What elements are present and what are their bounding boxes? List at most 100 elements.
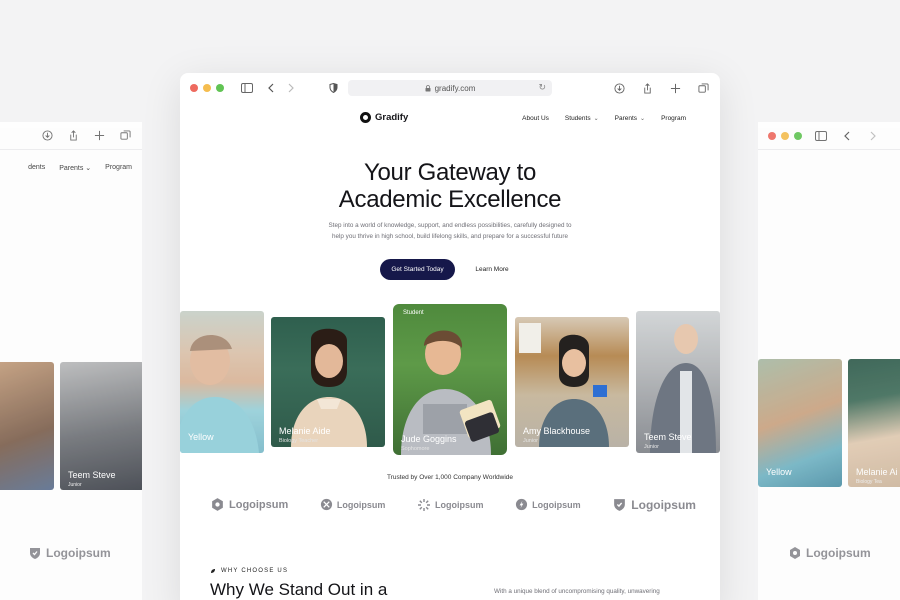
logo-text: Logoipsum — [631, 497, 696, 512]
partner-logo: Logoipsum — [320, 498, 386, 511]
download-icon[interactable] — [40, 129, 54, 143]
partner-logo: Logoipsum — [515, 498, 581, 511]
window-controls — [190, 84, 224, 92]
site-header: Gradify About Us Students ⌄ Parents ⌄ Prog… — [180, 103, 720, 133]
profile-card[interactable]: Teem Steve Junior — [636, 311, 720, 453]
download-icon[interactable] — [612, 81, 626, 95]
profile-name: Jude Goggins — [401, 434, 457, 444]
profile-name: Teem Steve — [68, 470, 116, 480]
brand-logo[interactable]: Gradify — [360, 112, 408, 123]
profile-role: Sophomore — [401, 446, 430, 452]
partner-logo: Logoipsum — [28, 546, 111, 560]
zoom-window-button[interactable] — [794, 131, 802, 140]
get-started-button[interactable]: Get Started Today — [380, 259, 455, 280]
side-toolbar — [758, 122, 900, 150]
nav-parents[interactable]: Parents ⌄ — [615, 115, 645, 122]
brand-name: Gradify — [375, 112, 409, 123]
profile-name: Amy Blackhouse — [523, 426, 591, 436]
shield-logo-icon — [612, 497, 627, 512]
partner-logo: Logoipsum — [210, 497, 288, 512]
nav-about-us[interactable]: About Us — [522, 115, 549, 122]
hexagon-logo-icon — [790, 547, 800, 559]
address-bar[interactable]: gradify.com ↻ — [348, 80, 552, 96]
close-window-button[interactable] — [190, 84, 198, 92]
lock-icon — [425, 84, 431, 91]
logo-text: Logoipsum — [46, 546, 111, 560]
side-photo-strip: use Teem Steve Junior — [0, 362, 142, 490]
logo-text: Logoipsum — [532, 499, 581, 510]
sunburst-logo-icon — [417, 498, 431, 512]
main-nav: About Us Students ⌄ Parents ⌄ Program — [522, 115, 686, 122]
profile-name: Yellow — [766, 467, 792, 477]
hero-title: Your Gateway to Academic Excellence — [338, 159, 562, 213]
minimize-window-button[interactable] — [781, 131, 789, 140]
side-nav: dents Parents ⌄ Program — [0, 150, 142, 172]
sidebar-toggle-icon[interactable] — [814, 129, 828, 143]
trusted-by-text: Trusted by Over 1,000 Company Worldwide — [386, 474, 514, 481]
privacy-shield-icon[interactable] — [326, 81, 340, 95]
minimize-window-button[interactable] — [203, 84, 211, 92]
background-browser-window-right: Yellow Melanie Ai Biology Tea Logoipsum — [758, 122, 900, 600]
leaf-icon — [211, 569, 215, 573]
url-text: gradify.com — [434, 83, 476, 93]
logo-text: Logoipsum — [336, 499, 386, 510]
window-controls — [768, 131, 802, 140]
nav-program[interactable]: Program — [661, 115, 686, 122]
profile-card: use — [0, 362, 54, 490]
bolt-logo-icon — [515, 498, 528, 511]
chevron-down-icon: ⌄ — [593, 116, 599, 122]
sidebar-toggle-icon[interactable] — [240, 81, 254, 95]
new-tab-icon[interactable] — [92, 129, 106, 143]
learn-more-button[interactable]: Learn More — [463, 259, 521, 280]
nav-item[interactable]: Parents ⌄ — [59, 164, 91, 172]
profile-card: Melanie Ai Biology Tea — [848, 359, 900, 487]
share-icon[interactable] — [66, 129, 80, 143]
profile-role: Junior — [523, 438, 538, 444]
nav-item[interactable]: dents — [28, 164, 45, 172]
profile-card[interactable]: Melanie Aide Biology Teacher — [271, 317, 385, 447]
zoom-window-button[interactable] — [216, 84, 224, 92]
profile-card[interactable]: Amy Blackhouse Junior — [515, 317, 629, 447]
profile-card-featured[interactable]: Student Jude Goggins Sophomore — [393, 304, 507, 455]
profile-card: Teem Steve Junior — [60, 362, 142, 490]
section-tag: WHY CHOOSE US — [210, 568, 288, 574]
forward-arrow-icon[interactable] — [866, 129, 880, 143]
browser-toolbar: gradify.com ↻ — [180, 73, 720, 103]
profile-role: Junior — [644, 444, 659, 450]
profile-name: Melanie Aide — [279, 426, 331, 436]
back-arrow-icon[interactable] — [840, 129, 854, 143]
profile-card[interactable]: Yellow — [180, 311, 264, 453]
section-title: Why We Stand Out in a — [210, 580, 388, 599]
grid-logo-icon — [320, 498, 333, 511]
logo-text: Logoipsum — [229, 498, 289, 511]
tabs-overview-icon[interactable] — [696, 81, 710, 95]
nav-item[interactable]: Program — [105, 164, 132, 172]
logo-text: Logoipsum — [806, 546, 871, 560]
back-arrow-icon[interactable] — [264, 81, 278, 95]
shield-logo-icon — [30, 548, 40, 559]
profile-card: Yellow — [758, 359, 842, 487]
partner-logos: Logoipsum Logoipsum Logoipsum Logoipsum … — [210, 497, 696, 512]
profile-name: Yellow — [188, 432, 214, 442]
profile-role: Biology Teacher — [279, 438, 319, 444]
side-photo-strip: Yellow Melanie Ai Biology Tea — [758, 359, 900, 487]
tabs-overview-icon[interactable] — [118, 129, 132, 143]
forward-arrow-icon[interactable] — [284, 81, 298, 95]
profile-role: Biology Tea — [856, 479, 882, 485]
close-window-button[interactable] — [768, 131, 776, 140]
nav-students[interactable]: Students ⌄ — [565, 115, 599, 122]
side-toolbar — [0, 122, 142, 150]
hexagon-logo-icon — [210, 497, 225, 512]
background-browser-window-left: dents Parents ⌄ Program use Teem Steve J… — [0, 122, 142, 600]
student-badge: Student — [403, 310, 424, 316]
toolbar-actions — [612, 81, 710, 95]
profile-role: Junior — [68, 482, 82, 488]
partner-logo: Logoipsum — [788, 546, 871, 560]
main-browser-window: gradify.com ↻ Gradify About Us Students … — [180, 73, 720, 600]
share-icon[interactable] — [640, 81, 654, 95]
chevron-down-icon: ⌄ — [640, 116, 646, 122]
reload-icon[interactable]: ↻ — [538, 82, 546, 93]
profile-name: Melanie Ai — [856, 467, 898, 477]
new-tab-icon[interactable] — [668, 81, 682, 95]
profile-name: Teem Steve — [644, 432, 692, 442]
